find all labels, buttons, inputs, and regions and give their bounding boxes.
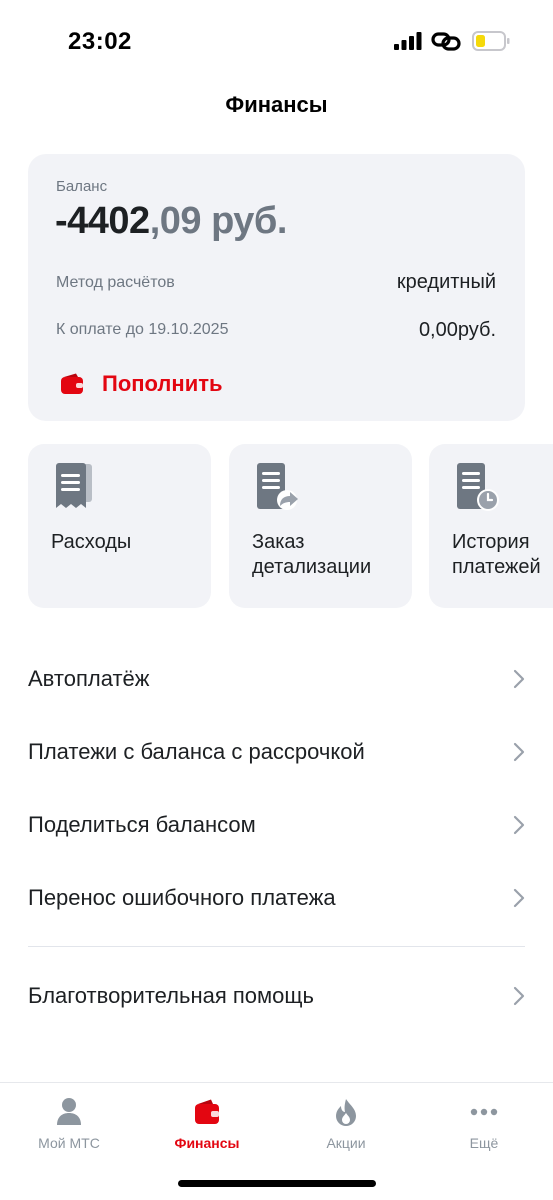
- status-bar: 23:02: [0, 0, 553, 80]
- tile-detail-order[interactable]: Заказ детализации: [229, 444, 412, 608]
- tile-detail-order-label: Заказ детализации: [252, 531, 372, 578]
- nav-tab-promotions[interactable]: Акции: [277, 1097, 415, 1157]
- cellular-signal-icon: [394, 32, 422, 50]
- due-date-label: К оплате до 19.10.2025: [56, 321, 229, 338]
- nav-tab-finance[interactable]: Финансы: [138, 1097, 276, 1157]
- more-dots-icon: [470, 1108, 498, 1116]
- tile-expenses[interactable]: Расходы: [28, 444, 211, 608]
- finance-tiles: Расходы Заказ детализации История платеж…: [28, 444, 553, 608]
- nav-tab-label: Акции: [326, 1135, 366, 1151]
- document-share-icon: [257, 463, 298, 510]
- battery-icon: [472, 31, 510, 51]
- chevron-right-icon: [513, 742, 525, 762]
- wallet-icon: [61, 373, 83, 394]
- balance-amount-fraction: ,09 руб.: [149, 200, 288, 242]
- balance-label: Баланс: [56, 178, 108, 195]
- status-time: 23:02: [68, 28, 132, 55]
- nav-tab-my-mts[interactable]: Мой МТС: [0, 1097, 138, 1157]
- menu-item-charity[interactable]: Благотворительная помощь: [28, 969, 525, 1023]
- balance-amount: -4402,09 руб.: [55, 200, 287, 243]
- person-icon: [57, 1098, 81, 1125]
- payment-method-value: кредитный: [396, 271, 496, 293]
- chevron-right-icon: [513, 888, 525, 908]
- menu-item-share-balance[interactable]: Поделиться балансом: [28, 798, 525, 852]
- menu-item-installment-payments[interactable]: Платежи с баланса с рассрочкой: [28, 725, 525, 779]
- nav-tab-label: Мой МТС: [38, 1135, 100, 1151]
- tile-expenses-label: Расходы: [51, 531, 132, 553]
- menu-item-label: Поделиться балансом: [28, 812, 256, 837]
- menu-item-label: Перенос ошибочного платежа: [28, 885, 336, 910]
- topup-label: Пополнить: [102, 371, 223, 396]
- topup-button[interactable]: Пополнить: [60, 368, 223, 400]
- wallet-icon: [195, 1099, 219, 1124]
- nav-tab-label: Ещё: [469, 1135, 499, 1151]
- chevron-right-icon: [513, 986, 525, 1006]
- receipt-icon: [56, 463, 92, 508]
- nav-tab-more[interactable]: Ещё: [415, 1097, 553, 1157]
- due-amount-value: 0,00руб.: [418, 319, 496, 341]
- menu-item-autopay[interactable]: Автоплатёж: [28, 652, 525, 706]
- flame-icon: [336, 1099, 356, 1126]
- menu-divider: [28, 946, 525, 947]
- menu-item-label: Автоплатёж: [28, 666, 150, 691]
- document-clock-icon: [457, 463, 499, 511]
- nav-tab-label: Финансы: [174, 1135, 240, 1151]
- page-title: Финансы: [225, 92, 328, 117]
- balance-card: Баланс -4402,09 руб. Метод расчётов кред…: [28, 154, 525, 421]
- payment-method-label: Метод расчётов: [56, 274, 175, 291]
- balance-amount-main: -4402: [55, 200, 150, 242]
- menu-item-label: Благотворительная помощь: [28, 983, 314, 1008]
- link-icon: [431, 32, 461, 51]
- menu-item-transfer-wrong-payment[interactable]: Перенос ошибочного платежа: [28, 871, 525, 925]
- chevron-right-icon: [513, 815, 525, 835]
- chevron-right-icon: [513, 669, 525, 689]
- tile-payment-history-label: История платежей: [452, 531, 541, 578]
- tile-payment-history[interactable]: История платежей: [429, 444, 553, 608]
- home-indicator: [178, 1180, 376, 1187]
- menu-item-label: Платежи с баланса с рассрочкой: [28, 739, 365, 764]
